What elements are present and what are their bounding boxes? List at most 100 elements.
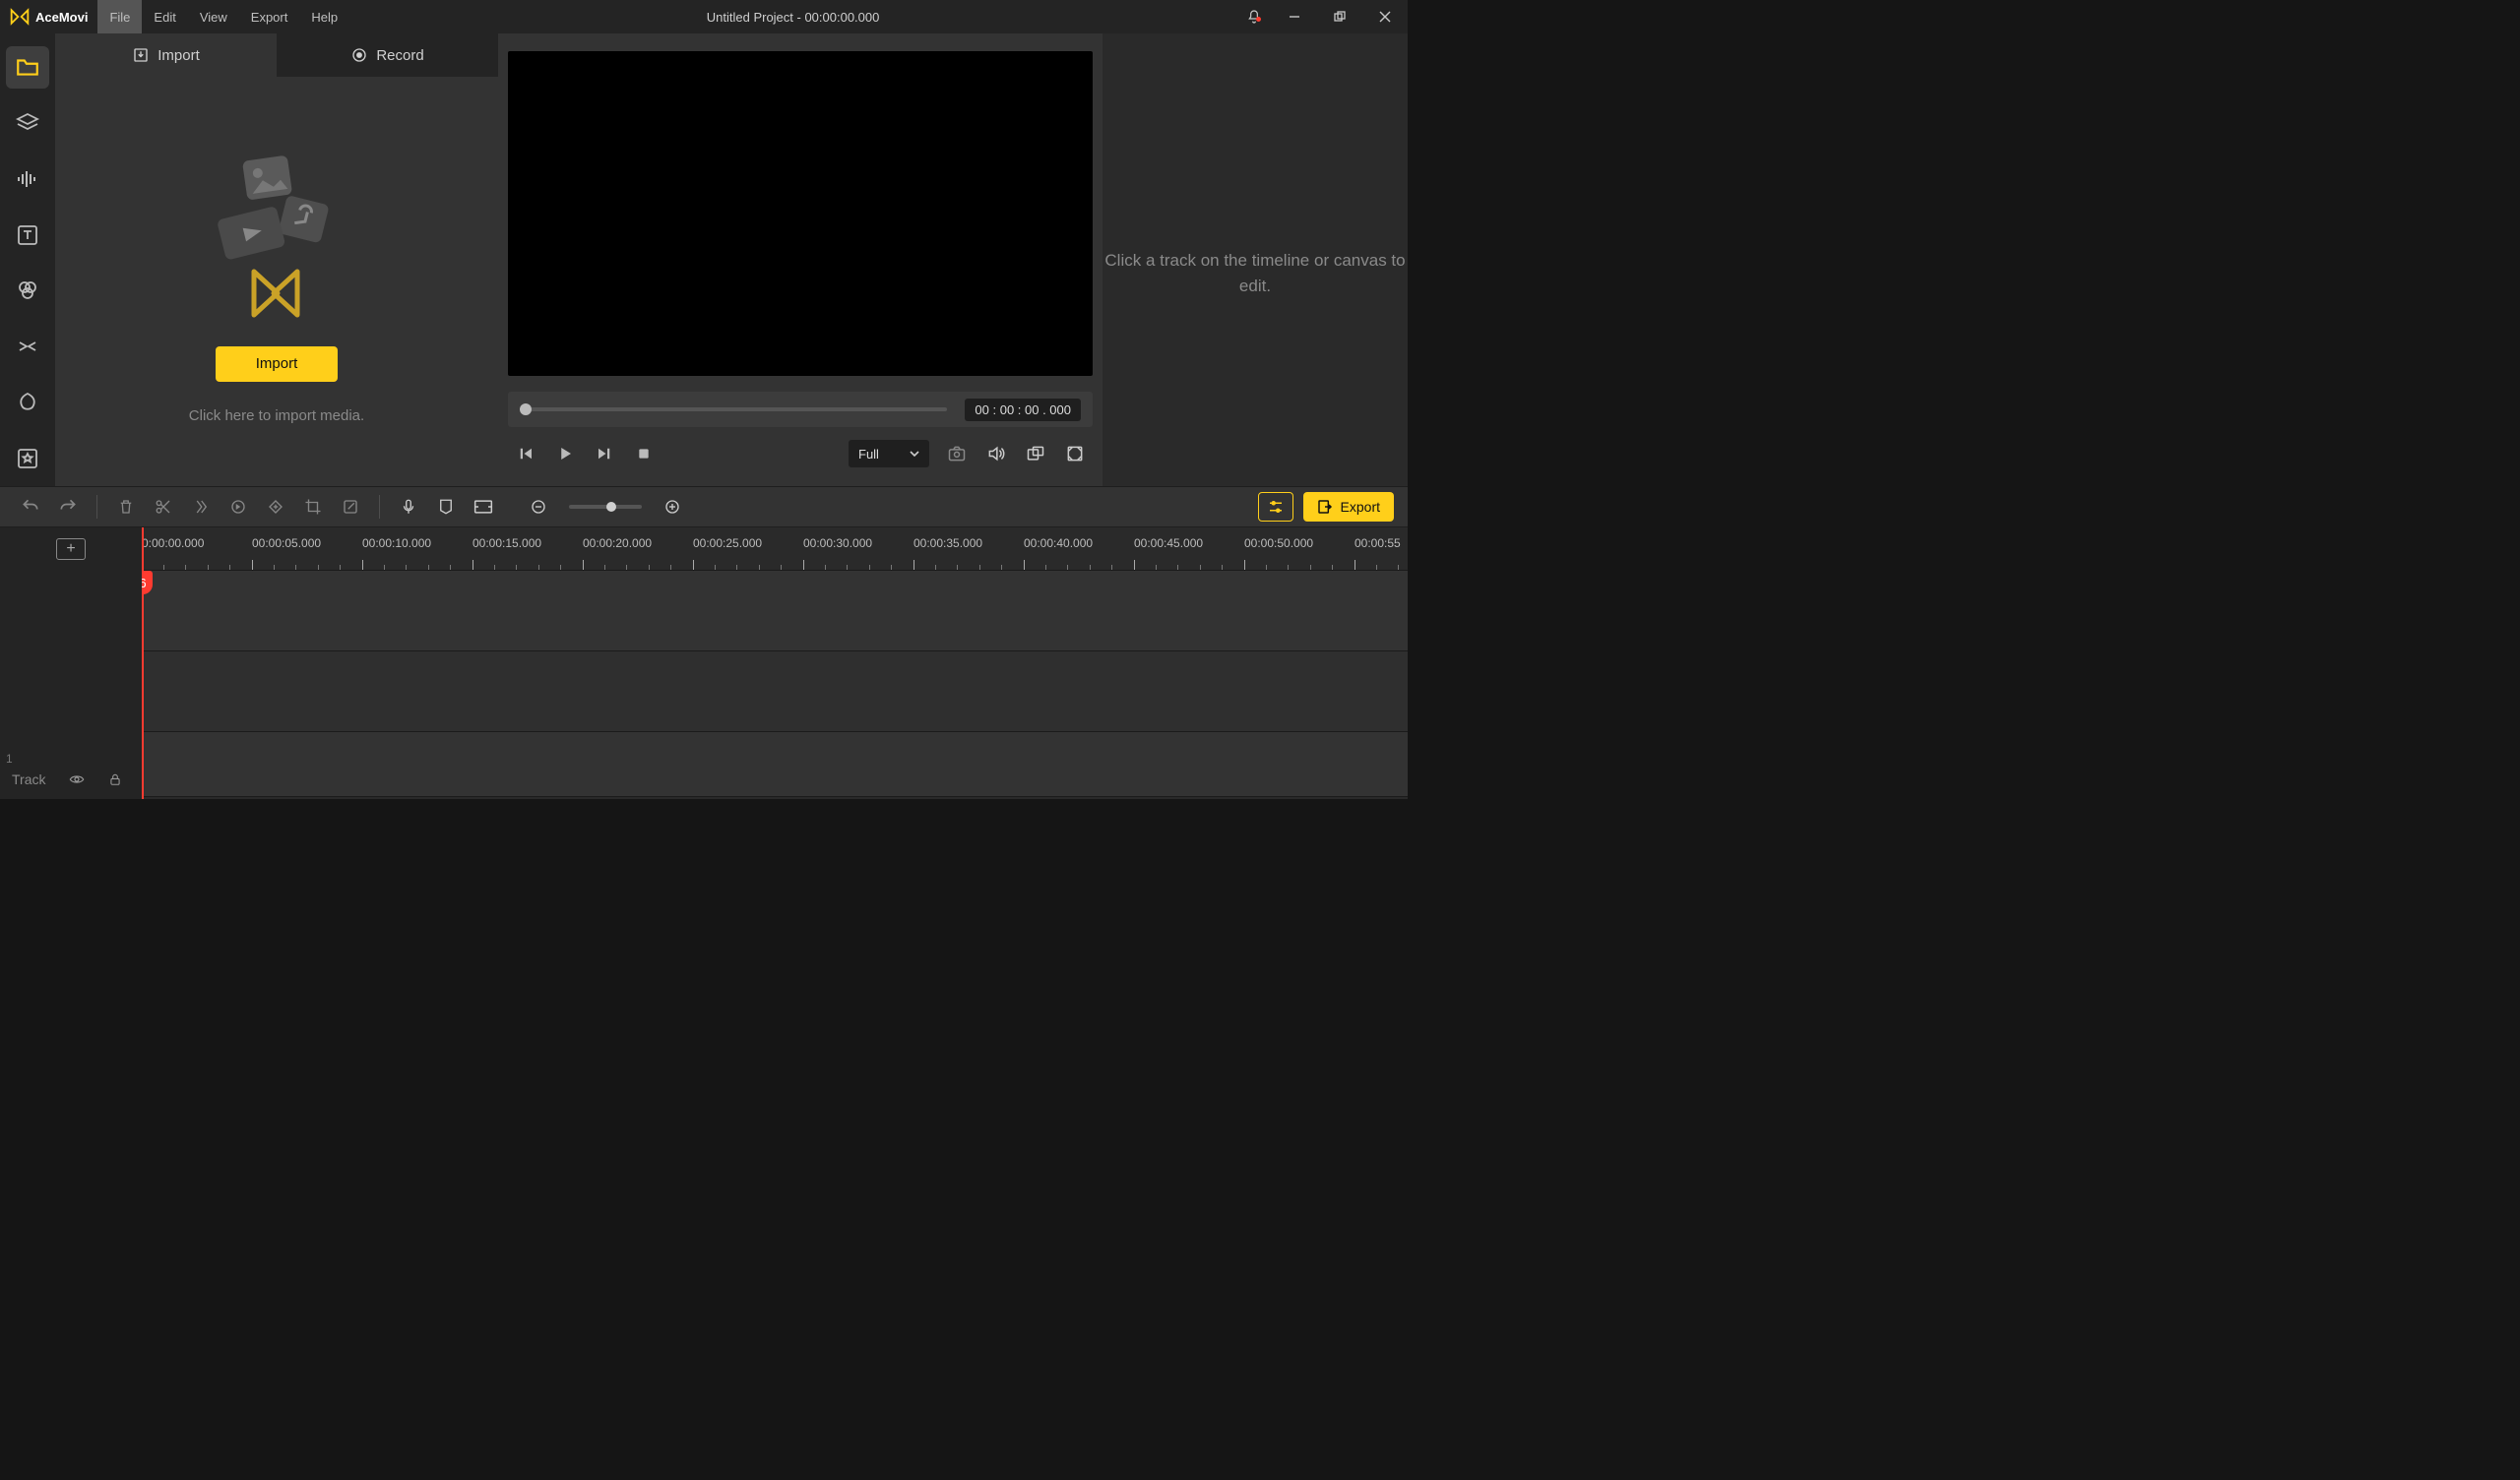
track-label: Track xyxy=(12,771,45,787)
track-header: + 1 Track xyxy=(0,527,142,799)
speed-button[interactable] xyxy=(184,491,218,523)
sidebar-item-transitions[interactable] xyxy=(6,326,49,368)
menu-file[interactable]: File xyxy=(97,0,142,33)
playback-slider[interactable] xyxy=(520,407,947,411)
panel-tabs: Import Record xyxy=(55,33,498,77)
minimize-button[interactable] xyxy=(1272,0,1317,33)
edit-button[interactable] xyxy=(334,491,367,523)
track-lane-2[interactable] xyxy=(142,651,1408,732)
reverse-button[interactable] xyxy=(221,491,255,523)
sidebar xyxy=(0,33,55,486)
menu-export[interactable]: Export xyxy=(239,0,300,33)
next-frame-button[interactable] xyxy=(593,442,616,465)
sidebar-item-elements[interactable] xyxy=(6,382,49,424)
separator xyxy=(379,495,380,519)
play-button[interactable] xyxy=(553,442,577,465)
import-hint: Click here to import media. xyxy=(189,407,364,424)
main-area: Import Record Import Click her xyxy=(0,33,1408,486)
stop-button[interactable] xyxy=(632,442,656,465)
inspector-hint: Click a track on the timeline or canvas … xyxy=(1102,248,1408,298)
tab-record-label: Record xyxy=(376,47,423,64)
transitions-icon xyxy=(16,335,39,358)
preview-canvas[interactable] xyxy=(508,51,1093,376)
add-track-button[interactable]: + xyxy=(0,527,142,571)
fullscreen-button[interactable] xyxy=(1063,442,1087,465)
sidebar-item-filters[interactable] xyxy=(6,270,49,312)
record-icon xyxy=(350,46,368,64)
zoom-out-button[interactable] xyxy=(522,491,555,523)
titlebar: AceMovi File Edit View Export Help Untit… xyxy=(0,0,1408,33)
timeline: + 1 Track 0:00:00.00000:00:05.00000:00:1… xyxy=(0,527,1408,799)
app-logo: AceMovi xyxy=(0,7,97,27)
menu-edit[interactable]: Edit xyxy=(142,0,187,33)
tab-import[interactable]: Import xyxy=(55,33,277,77)
track-lane-1[interactable] xyxy=(142,571,1408,651)
track-number: 1 xyxy=(6,752,13,766)
menu-view[interactable]: View xyxy=(188,0,239,33)
sliders-icon xyxy=(1267,498,1285,516)
marker-button[interactable] xyxy=(429,491,463,523)
playback-controls: Full xyxy=(508,431,1093,476)
volume-button[interactable] xyxy=(984,442,1008,465)
crop-button[interactable] xyxy=(296,491,330,523)
quality-dropdown[interactable]: Full xyxy=(849,440,929,467)
detach-button[interactable] xyxy=(1024,442,1047,465)
timeline-toolbar: Export xyxy=(0,486,1408,527)
media-panel: Import Record Import Click her xyxy=(55,33,498,486)
zoom-slider[interactable] xyxy=(569,505,642,509)
menu-help[interactable]: Help xyxy=(299,0,349,33)
layers-icon xyxy=(16,111,39,135)
keyframe-button[interactable] xyxy=(259,491,292,523)
tab-import-label: Import xyxy=(158,47,200,64)
playback-time: 00 : 00 : 00 . 000 xyxy=(965,399,1081,421)
media-illustration xyxy=(193,140,360,337)
filters-icon xyxy=(16,278,39,302)
undo-button[interactable] xyxy=(14,491,47,523)
audio-wave-icon xyxy=(16,167,39,191)
export-button[interactable]: Export xyxy=(1303,492,1394,522)
panel-body: Import Click here to import media. xyxy=(55,77,498,486)
sidebar-item-templates[interactable] xyxy=(6,437,49,479)
star-icon xyxy=(16,447,39,470)
voiceover-button[interactable] xyxy=(392,491,425,523)
sidebar-item-text[interactable] xyxy=(6,214,49,256)
split-button[interactable] xyxy=(147,491,180,523)
notifications-button[interactable] xyxy=(1236,9,1272,25)
text-icon xyxy=(16,223,39,247)
zoom-knob-icon[interactable] xyxy=(606,502,616,512)
window-title: Untitled Project - 00:00:00.000 xyxy=(349,10,1236,25)
tab-record[interactable]: Record xyxy=(277,33,498,77)
timeline-ruler[interactable]: 0:00:00.00000:00:05.00000:00:10.00000:00… xyxy=(142,527,1408,571)
elements-icon xyxy=(16,391,39,414)
zoom-in-button[interactable] xyxy=(656,491,689,523)
aspect-button[interactable] xyxy=(467,491,500,523)
quality-label: Full xyxy=(858,447,879,462)
import-button[interactable]: Import xyxy=(216,346,338,382)
close-button[interactable] xyxy=(1362,0,1408,33)
logo-icon xyxy=(10,7,30,27)
eye-icon[interactable] xyxy=(69,771,85,787)
redo-button[interactable] xyxy=(51,491,85,523)
menubar: File Edit View Export Help xyxy=(97,0,349,33)
lock-icon[interactable] xyxy=(108,772,122,786)
slider-knob-icon[interactable] xyxy=(520,403,532,415)
export-label: Export xyxy=(1341,499,1380,515)
delete-button[interactable] xyxy=(109,491,143,523)
playhead[interactable]: 6 xyxy=(142,527,144,799)
maximize-button[interactable] xyxy=(1317,0,1362,33)
folder-icon xyxy=(15,54,40,80)
separator xyxy=(96,495,97,519)
track-lane-3[interactable] xyxy=(142,732,1408,797)
prev-frame-button[interactable] xyxy=(514,442,537,465)
track-area[interactable]: 0:00:00.00000:00:05.00000:00:10.00000:00… xyxy=(142,527,1408,799)
chevron-down-icon xyxy=(910,449,919,459)
sidebar-item-media[interactable] xyxy=(6,46,49,89)
settings-sliders-button[interactable] xyxy=(1258,492,1293,522)
inspector-panel: Click a track on the timeline or canvas … xyxy=(1102,33,1408,486)
snapshot-button[interactable] xyxy=(945,442,969,465)
sidebar-item-stock[interactable] xyxy=(6,102,49,145)
window-controls xyxy=(1236,0,1408,33)
sidebar-item-audio[interactable] xyxy=(6,158,49,201)
app-name: AceMovi xyxy=(35,10,88,25)
plus-icon: + xyxy=(66,540,75,558)
